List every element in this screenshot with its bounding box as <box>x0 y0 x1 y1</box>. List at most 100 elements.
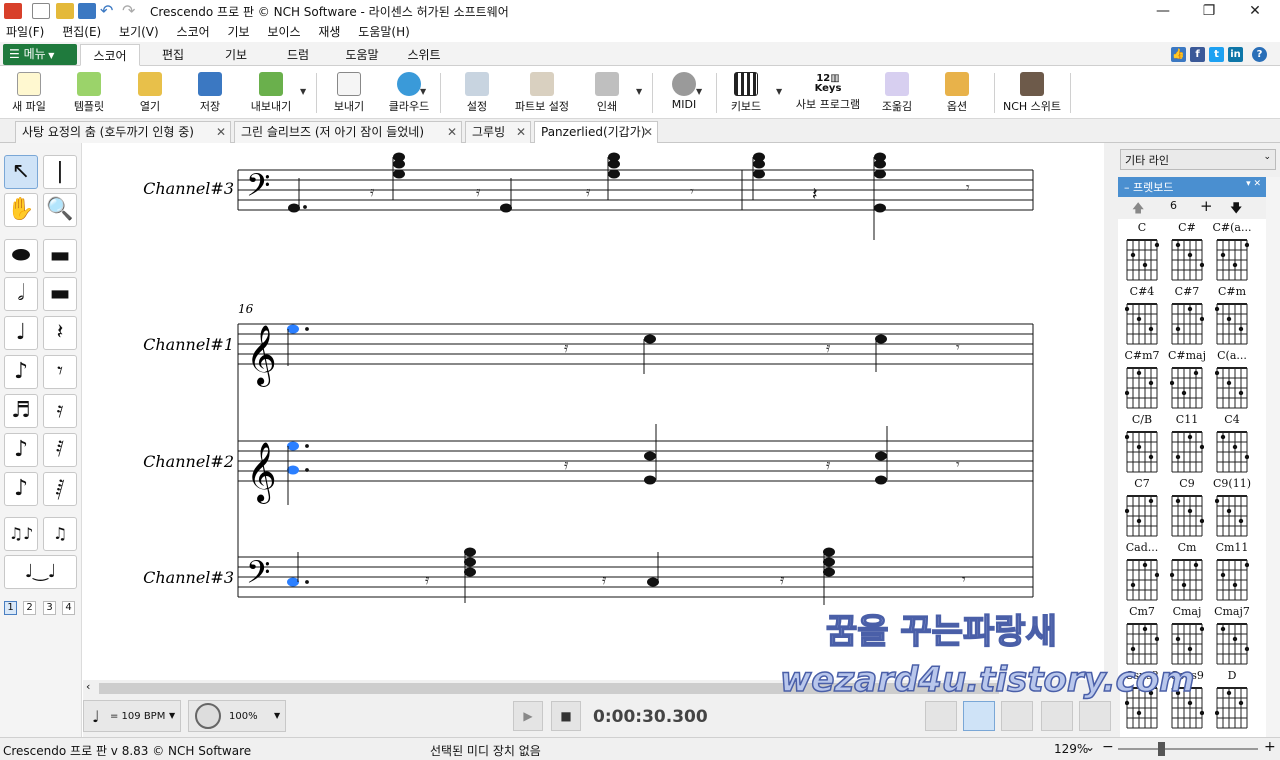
chord-diagram[interactable]: C <box>1120 221 1164 282</box>
settings-button[interactable]: 설정 <box>452 69 502 117</box>
triplet-icon[interactable]: ♫♪ <box>4 517 38 551</box>
chord-diagram[interactable]: C#m <box>1210 285 1254 346</box>
close-icon[interactable]: ✕ <box>447 122 457 142</box>
doc-tab-active[interactable]: Panzerlied(기갑가) ✕ <box>534 121 658 144</box>
thirty-second-rest-icon[interactable]: 𝅀 <box>43 433 77 467</box>
midi-dropdown-icon[interactable]: ▼ <box>696 87 702 96</box>
cloud-button[interactable]: 클라우드 <box>382 69 436 117</box>
zoom-out-icon[interactable]: − <box>1102 739 1114 755</box>
menu-play[interactable]: 재생 <box>318 25 340 39</box>
palette-page-3[interactable]: 3 <box>43 601 56 615</box>
volume-control[interactable]: 100% <box>188 700 286 732</box>
menu-edit[interactable]: 편집(E) <box>62 25 101 39</box>
thirty-second-note-icon[interactable]: ♪ <box>4 433 38 467</box>
minimize-button[interactable]: — <box>1140 0 1186 22</box>
instrument-dropdown[interactable]: 기타 라인 ⌄ <box>1120 149 1276 170</box>
chord-diagram[interactable]: C#maj <box>1165 349 1209 410</box>
like-icon[interactable]: 👍 <box>1171 47 1186 62</box>
tab-help[interactable]: 도움말 <box>332 44 392 66</box>
zoom-tool-icon[interactable]: 🔍 <box>43 193 77 227</box>
chevron-down-icon[interactable]: ▼ <box>274 711 280 720</box>
chord-diagram[interactable]: C# <box>1165 221 1209 282</box>
part-settings-button[interactable]: 파트보 설정 <box>508 69 576 117</box>
tab-notation[interactable]: 기보 <box>208 44 264 66</box>
chord-diagram[interactable]: Cm <box>1165 541 1209 602</box>
chord-diagram[interactable]: Cm11 <box>1210 541 1254 602</box>
whole-rest-icon[interactable]: ▬ <box>43 239 77 273</box>
menu-voice[interactable]: 보이스 <box>267 25 300 39</box>
close-icon[interactable]: ✕ <box>516 122 526 142</box>
whole-note-icon[interactable]: ⬬ <box>4 239 38 273</box>
transpose-button[interactable]: 조옮김 <box>872 69 922 117</box>
sixty-fourth-rest-icon[interactable]: 𝅁 <box>43 472 77 506</box>
help-icon[interactable]: ? <box>1252 47 1267 62</box>
close-icon[interactable]: ✕ <box>216 122 226 142</box>
quarter-rest-icon[interactable]: 𝄽 <box>43 316 77 350</box>
chord-diagram[interactable]: C4 <box>1210 413 1254 474</box>
linkedin-icon[interactable]: in <box>1228 47 1243 62</box>
conductor-button[interactable] <box>1079 701 1111 731</box>
chord-diagram[interactable]: C11 <box>1165 413 1209 474</box>
close-icon[interactable]: ✕ <box>643 122 653 142</box>
new-file-icon[interactable] <box>32 3 50 19</box>
doc-tab[interactable]: 사탕 요정의 춤 (호두까기 인형 중) ✕ <box>15 121 231 143</box>
chord-diagram[interactable]: C9 <box>1165 477 1209 538</box>
options-button[interactable]: 옵션 <box>934 69 980 117</box>
zoom-slider[interactable] <box>1118 748 1258 750</box>
chord-diagram[interactable]: Cad... <box>1120 541 1164 602</box>
main-menu-button[interactable]: ☰ 메뉴 ▼ <box>3 44 77 65</box>
chord-diagram[interactable]: C#m7 <box>1120 349 1164 410</box>
chord-diagram[interactable]: C9(11) <box>1210 477 1254 538</box>
chevron-down-icon[interactable]: ▼ <box>169 711 175 720</box>
menu-file[interactable]: 파일(F) <box>6 25 44 39</box>
hand-tool-icon[interactable]: ✋ <box>4 193 38 227</box>
chord-diagram[interactable]: C7 <box>1120 477 1164 538</box>
tab-suite[interactable]: 스위트 <box>396 44 452 66</box>
palette-page-4[interactable]: 4 <box>62 601 75 615</box>
sixteenth-rest-icon[interactable]: 𝄿 <box>43 394 77 428</box>
chord-diagram[interactable]: D <box>1210 669 1254 730</box>
template-button[interactable]: 템플릿 <box>64 69 114 117</box>
send-button[interactable]: 보내기 <box>324 69 374 117</box>
score-svg[interactable]: 𝄢 𝄿 𝄿 𝄿 𝄾 𝄽 𝄾 Channel#3 16 𝄞 𝄞 𝄢 Channel… <box>83 143 1103 680</box>
facebook-icon[interactable]: f <box>1190 47 1205 62</box>
beam-icon[interactable]: ♫ <box>43 517 77 551</box>
nch-suite-button[interactable]: NCH 스위트 <box>1000 69 1064 117</box>
close-button[interactable]: ✕ <box>1232 0 1278 22</box>
menu-score[interactable]: 스코어 <box>177 25 210 39</box>
undo-icon[interactable]: ↶ <box>100 3 118 19</box>
tab-drum[interactable]: 드럼 <box>270 44 326 66</box>
scroll-left-icon[interactable]: ‹ <box>86 680 90 693</box>
down-arrow-icon[interactable]: 🡇 <box>1230 199 1242 220</box>
zoom-in-icon[interactable]: + <box>1264 739 1276 755</box>
half-rest-icon[interactable]: ▬ <box>43 277 77 311</box>
keyboard-button[interactable]: 키보드 <box>724 69 768 117</box>
open-button[interactable]: 열기 <box>126 69 174 117</box>
save-icon[interactable] <box>78 3 96 19</box>
up-arrow-icon[interactable]: 🡅 <box>1132 199 1144 220</box>
chord-diagram[interactable]: Cm7 <box>1120 605 1164 666</box>
menu-notation[interactable]: 기보 <box>227 25 249 39</box>
menu-help[interactable]: 도움말(H) <box>358 25 410 39</box>
chord-diagram[interactable]: C(a... <box>1210 349 1254 410</box>
tempo-control[interactable]: ♩ = 109 BPM <box>83 700 181 732</box>
eighth-rest-icon[interactable]: 𝄾 <box>43 355 77 389</box>
chord-diagram[interactable]: C#7 <box>1165 285 1209 346</box>
sixty-fourth-note-icon[interactable]: ♪ <box>4 472 38 506</box>
plus-icon[interactable]: + <box>1200 197 1213 215</box>
redo-icon[interactable]: ↷ <box>122 3 140 19</box>
export-button[interactable]: 내보내기 <box>244 69 298 117</box>
chord-diagram[interactable]: Cmaj7 <box>1210 605 1254 666</box>
select-tool-icon[interactable]: ↖ <box>4 155 38 189</box>
metronome-button[interactable] <box>1041 701 1073 731</box>
text-cursor-tool-icon[interactable]: | <box>43 155 77 189</box>
chord-diagram[interactable]: Cmaj <box>1165 605 1209 666</box>
piano-view-button[interactable] <box>925 701 957 731</box>
cloud-dropdown-icon[interactable]: ▼ <box>420 87 426 96</box>
play-button[interactable]: ▶ <box>513 701 543 731</box>
palette-page-1[interactable]: 1 <box>4 601 17 615</box>
tie-icon[interactable]: ♩‿♩ <box>4 555 77 589</box>
speaker-button[interactable] <box>1001 701 1033 731</box>
new-file-button[interactable]: 새 파일 <box>4 69 54 117</box>
twitter-icon[interactable]: t <box>1209 47 1224 62</box>
